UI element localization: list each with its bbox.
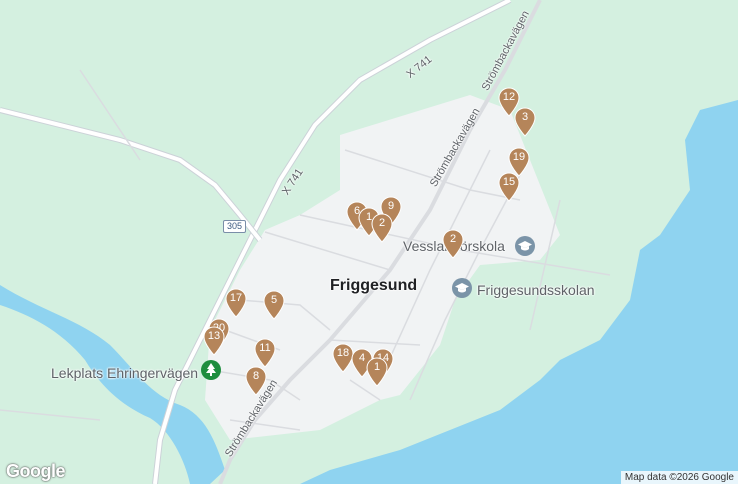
tree-icon[interactable] <box>201 360 221 380</box>
poi-label-friggesundsskolan[interactable]: Friggesundsskolan <box>477 282 595 298</box>
map-base <box>0 0 738 484</box>
marker-label: 13 <box>207 330 221 342</box>
route-shield-305: 305 <box>223 220 247 233</box>
school-icon[interactable] <box>452 278 472 298</box>
marker-label: 8 <box>252 370 260 382</box>
map-canvas[interactable]: X 741 X 741 Strömbackavägen Strömbackavä… <box>0 0 738 484</box>
map-marker[interactable]: 13 <box>203 326 225 356</box>
poi-label-lekplats[interactable]: Lekplats Ehringervägen <box>51 365 198 381</box>
map-marker[interactable]: 17 <box>225 288 247 318</box>
marker-label: 9 <box>387 200 395 212</box>
marker-label: 2 <box>378 217 386 229</box>
marker-label: 5 <box>270 294 278 306</box>
marker-label: 11 <box>259 342 271 354</box>
map-attribution[interactable]: Map data ©2026 Google <box>620 471 738 484</box>
map-marker[interactable]: 15 <box>498 172 520 202</box>
google-logo: Google <box>6 461 66 481</box>
map-marker[interactable]: 2 <box>442 229 464 259</box>
marker-label: 12 <box>502 91 516 103</box>
marker-label: 15 <box>502 176 516 188</box>
school-icon[interactable] <box>515 236 535 256</box>
town-label[interactable]: Friggesund <box>330 277 417 295</box>
map-marker[interactable]: 3 <box>514 107 536 137</box>
map-marker[interactable]: 5 <box>263 290 285 320</box>
marker-label: 2 <box>449 233 457 245</box>
marker-label: 17 <box>229 292 243 304</box>
marker-label: 3 <box>521 111 529 123</box>
map-marker[interactable]: 11 <box>254 338 276 368</box>
marker-label: 1 <box>373 361 381 373</box>
river <box>0 285 225 484</box>
map-marker[interactable]: 1 <box>366 357 388 387</box>
map-marker[interactable]: 8 <box>245 366 267 396</box>
map-marker[interactable]: 2 <box>371 213 393 243</box>
marker-label: 19 <box>512 151 526 163</box>
